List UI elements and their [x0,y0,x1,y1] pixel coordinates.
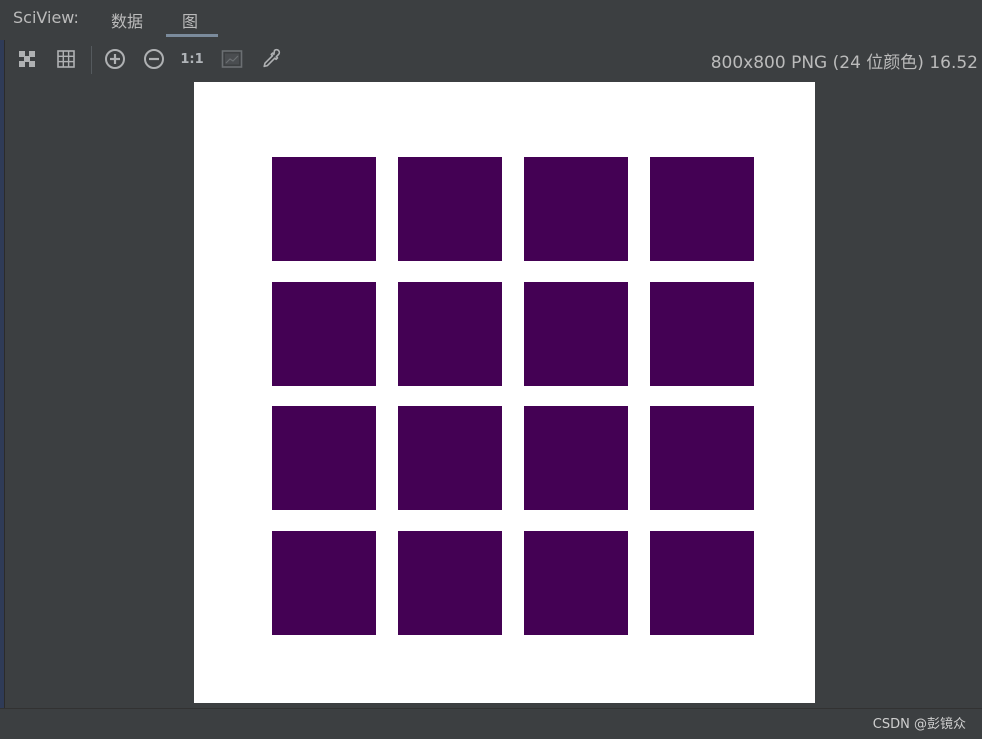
image-canvas [194,82,815,703]
actual-size-icon: 1:1 [180,51,204,67]
grid-cell [650,282,754,386]
grid-cell [398,157,502,261]
color-picker-button[interactable] [259,48,283,70]
tab-bar: SciView: 数据 图 [0,0,982,37]
zoom-out-icon [144,49,164,69]
image-info: 800x800 PNG (24 位颜色) 16.52 [710,53,978,73]
grid-cell [272,406,376,510]
sciview-window: SciView: 数据 图 1:1 800x800 PNG (24 位颜色) 1… [0,0,982,739]
grid-cell [524,406,628,510]
background-button[interactable] [220,48,244,70]
tool-window-title: SciView: [13,8,79,27]
zoom-out-button[interactable] [142,48,166,70]
grid-icon [57,50,75,68]
zoom-in-icon [105,49,125,69]
grid-cell [272,157,376,261]
grid-cell [524,157,628,261]
grid-cell [272,531,376,635]
grid-cell [272,282,376,386]
tab-plot[interactable]: 图 [182,8,198,32]
zoom-in-button[interactable] [103,48,127,70]
status-bar: CSDN @彭镜众 [0,708,982,739]
zoom-to-fit-icon [19,51,35,67]
zoom-to-fit-button[interactable] [15,48,39,70]
grid-cell [524,531,628,635]
tab-data[interactable]: 数据 [111,8,143,32]
toolbar-separator [91,46,92,74]
grid-cell [524,282,628,386]
watermark: CSDN @彭镜众 [872,717,966,732]
left-gutter [0,40,5,708]
grid-cell [398,282,502,386]
show-grid-button[interactable] [54,48,78,70]
active-tab-indicator [166,34,218,37]
grid-cell [398,406,502,510]
grid-cell [650,406,754,510]
grid-cell [398,531,502,635]
grid-cell [650,157,754,261]
actual-size-button[interactable]: 1:1 [180,48,204,70]
color-picker-icon [263,48,281,68]
grid-cell [650,531,754,635]
background-icon [221,50,243,68]
